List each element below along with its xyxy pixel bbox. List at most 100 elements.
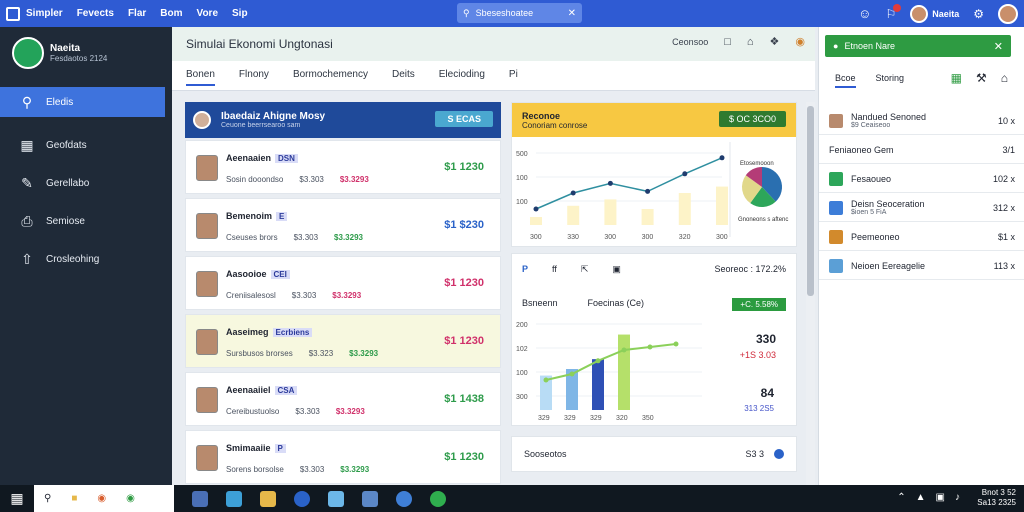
data-point [673,341,679,347]
ff-icon[interactable]: ff [552,264,557,275]
item-value[interactable]: $1 x [998,232,1015,242]
window-icon[interactable]: □ [724,36,731,48]
y-tick-label: 300 [516,394,528,401]
profile-menu[interactable]: Naeita [910,4,959,23]
speaker-icon[interactable]: ♪ [955,492,960,503]
chevron-up-icon[interactable]: ⌃ [897,492,905,503]
scrollbar-thumb[interactable] [807,106,814,296]
avatar[interactable] [998,3,1018,24]
list-item[interactable]: Nandued Senoned $9 Ceaiseoo 10 x [819,107,1024,135]
panel-title: Reconoe [522,110,561,121]
sheet-icon[interactable]: ▦ [951,71,962,85]
sidebar-item-semiose[interactable]: ⎙ Semiose [0,206,165,236]
app-icon[interactable] [260,490,276,507]
tab-storing[interactable]: Storing [876,73,905,88]
profile[interactable]: Naeita Fesdaotos 2124 [0,27,172,79]
scrollbar[interactable] [806,102,815,486]
x-tick-label: 329 [590,415,602,422]
gear-icon[interactable]: ⚙ [973,7,984,21]
header-label[interactable]: Ceonsoo [672,37,708,47]
tab-deits[interactable]: Deits [392,69,415,86]
folder-icon[interactable]: ■ [71,493,77,504]
tools-icon[interactable]: ⚒ [976,71,987,85]
list-item[interactable]: Aaseimeg Ecrbiens Sursbusos brorses $3.323 $… [185,314,501,368]
menu-item[interactable]: Sip [232,8,248,19]
notification-icon[interactable]: ⚐ [885,3,902,21]
app-icon[interactable] [430,490,446,507]
sidebar-item-eledis[interactable]: ⚲ Eledis [0,87,165,117]
windows-start-icon[interactable]: ▦ [0,490,34,507]
edge-icon[interactable] [294,490,310,507]
x-tick-label: 300 [604,234,616,241]
y-tick-label: 500 [516,151,528,158]
clock[interactable]: Bnot 3 52 Sa13 2325 [977,488,1016,508]
footer-count: S3 3 [745,449,764,459]
item-value[interactable]: 3/1 [1002,145,1015,155]
tab-flnony[interactable]: Flnony [239,69,269,86]
sidebar-item-crosleohing[interactable]: ⇧ Crosleohing [0,244,165,274]
item-meta-3: $3.3293 [332,291,362,300]
menu-item[interactable]: Bom [160,8,182,19]
app-icon[interactable] [396,490,412,507]
user-icon[interactable]: ☺ [858,6,871,21]
list-item[interactable]: Smimaaiie P Sorens borsolse $3.303 $3.3293 $1… [185,430,501,484]
menu-item[interactable]: Simpler [26,8,63,19]
search-box[interactable]: ⚲ Sbeseshoatee ✕ [457,3,582,23]
menu-item[interactable]: Vore [197,8,219,19]
list-item[interactable]: Peemeoneo $1 x [819,223,1024,251]
tab-elecioding[interactable]: Elecioding [439,69,485,86]
upload-icon: ⇧ [21,250,33,267]
display-icon[interactable]: ▣ [936,492,945,503]
list-item[interactable]: Aeenaaiiel CSA Cereibustuolso $3.303 $3.3293… [185,372,501,426]
list-header-button[interactable]: S ECAS [435,111,493,127]
chrome-icon[interactable]: ◉ [126,493,135,504]
item-value[interactable]: 102 x [993,174,1015,184]
app-icon[interactable] [6,6,20,21]
wifi-icon[interactable]: ▲ [916,492,926,503]
item-value[interactable]: 312 x [993,203,1015,213]
browser-icon[interactable]: ◉ [97,493,106,504]
item-value[interactable]: 10 x [998,116,1015,126]
list-item[interactable]: Feniaoneo Gem 3/1 [819,136,1024,164]
tab-bormochemency[interactable]: Bormochemency [293,69,368,86]
close-icon[interactable]: ✕ [568,8,576,19]
app-icon[interactable] [362,490,378,507]
location-icon[interactable]: ❖ [770,35,780,48]
app-icon[interactable] [226,490,242,507]
taskbar-search[interactable]: ⚲ ■ ◉ ◉ [34,485,174,512]
tab-bonen[interactable]: Bonen [186,69,215,86]
app-icon[interactable] [328,490,344,507]
line-chart: 100 100 500 300 330 300 300 320 300 Etosemooon Gno… [516,142,788,241]
list-header-sub: Ceuone beerrsearoo sam [221,122,301,129]
list-item[interactable]: Bemenoim E Cseuses brors $3.303 $3.3293 $1 $2… [185,198,501,252]
list-item[interactable]: Fesaoueo 102 x [819,165,1024,193]
list-item[interactable]: Deisn Seoceration $ioen 5 FiA 312 x [819,194,1024,222]
alert-icon: ● [833,41,839,51]
box-icon[interactable]: ▣ [612,264,621,275]
x-tick-label: 300 [530,234,542,241]
p-icon[interactable]: P [522,264,528,275]
panel-action-button[interactable]: $ OC 3CO0 [718,111,786,127]
sidebar-item-gerellabo[interactable]: ✎ Gerellabo [0,168,165,198]
footer-panel[interactable]: Sooseotos S3 3 [511,436,797,472]
home-icon[interactable]: ⌂ [1001,71,1008,85]
item-value[interactable]: 113 x [994,261,1015,271]
menu-item[interactable]: Fevects [77,8,114,19]
home-icon[interactable]: ⌂ [747,36,754,48]
sidebar-item-geofdats[interactable]: ▦ Geofdats [0,130,165,160]
item-meta: Sorens borsolse $3.303 $3.3293 [226,465,385,474]
share-icon[interactable]: ⇱ [581,264,589,275]
menu-item[interactable]: Flar [128,8,146,19]
avatar [196,213,218,239]
app-icon[interactable] [192,490,208,507]
tab-pi[interactable]: Pi [509,69,518,86]
chrome-icon[interactable]: ◉ [795,35,805,48]
search-text: Sbeseshoatee [475,8,534,18]
list-item[interactable]: Aeenaaien DSN Sosin dooondso $3.303 $3.3293 $… [185,140,501,194]
close-icon[interactable]: ✕ [994,40,1003,53]
item-meta-1: Cseuses brors [226,233,278,242]
list-item[interactable]: Neioen Eereagelie 113 x [819,252,1024,280]
profile-name: Naeita [50,43,81,54]
list-item[interactable]: Aasooioe CEI Creniisalesosl $3.303 $3.3293 $1… [185,256,501,310]
tab-bcoe[interactable]: Bcoe [835,73,856,88]
